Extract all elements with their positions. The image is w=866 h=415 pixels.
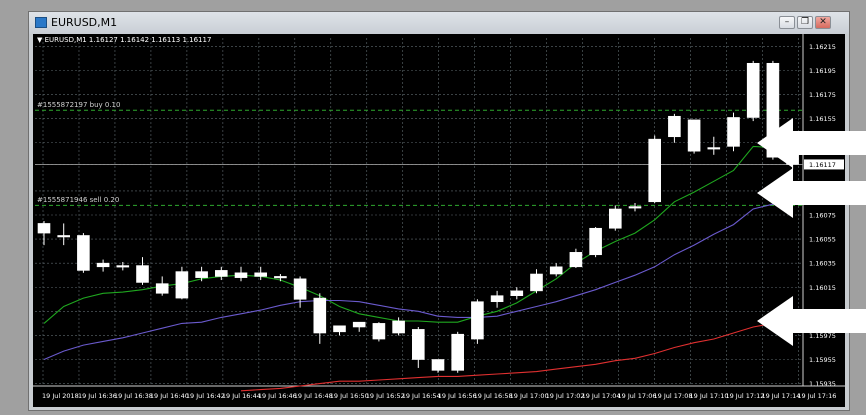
- x-tick-label: 19 Jul 2018: [42, 392, 79, 400]
- collapse-triangle-icon[interactable]: ▼: [37, 36, 42, 44]
- x-tick-label: 19 Jul 16:52: [366, 392, 405, 400]
- x-tick-label: 19 Jul 17:08: [654, 392, 693, 400]
- candle: [411, 329, 425, 360]
- chart-canvas[interactable]: 19 Jul 2018 19 Jul 16:3619 Jul 16:3819 Ju…: [33, 34, 845, 407]
- candle: [451, 333, 465, 371]
- candle: [352, 321, 366, 328]
- candle: [648, 138, 662, 203]
- candle: [57, 235, 71, 238]
- candle: [589, 227, 602, 256]
- window-titlebar[interactable]: EURUSD,M1 – ❐ ✕: [29, 12, 849, 34]
- y-tick-label: 1.15935: [809, 380, 836, 388]
- close-button[interactable]: ✕: [815, 16, 831, 29]
- chart-window[interactable]: EURUSD,M1 – ❐ ✕ 19 Jul 2018 19 Jul 16:36 1…: [28, 11, 850, 411]
- y-tick-label: 1.16015: [809, 284, 836, 292]
- x-tick-label: 19 Jul 17:10: [689, 392, 728, 400]
- moving-average-line-0: [43, 145, 793, 324]
- y-tick-label: 1.16175: [809, 91, 836, 99]
- order-label-buy[interactable]: #1555872197 buy 0.10: [37, 101, 120, 109]
- candle: [155, 283, 169, 294]
- candle: [608, 208, 622, 229]
- y-tick-label: 1.16195: [809, 67, 836, 75]
- y-tick-label: 1.16055: [809, 236, 836, 244]
- symbol-info: ▼ EURUSD,M1 1.16127 1.16142 1.16113 1.16…: [37, 36, 211, 44]
- window-title: EURUSD,M1: [51, 16, 118, 29]
- candle: [392, 320, 405, 334]
- candle: [195, 271, 208, 278]
- arrow-icon: [757, 168, 866, 218]
- candle: [668, 115, 681, 138]
- x-tick-label: 19 Jul 16:54: [402, 392, 441, 400]
- chart-app-icon: [35, 17, 47, 28]
- restore-icon: ❐: [800, 17, 810, 27]
- minimize-button[interactable]: –: [779, 16, 795, 29]
- x-tick-label: 19 Jul 16:46: [258, 392, 297, 400]
- restore-button[interactable]: ❐: [797, 16, 813, 29]
- x-tick-label: 19 Jul 16:44: [222, 392, 261, 400]
- x-tick-label: 19 Jul 16:56: [438, 392, 477, 400]
- candle: [96, 262, 110, 268]
- x-tick-label: 19 Jul 17:04: [582, 392, 621, 400]
- candle: [746, 62, 760, 118]
- candle: [136, 265, 149, 283]
- candle: [471, 301, 484, 340]
- candle: [530, 273, 543, 292]
- price-chart[interactable]: 19 Jul 2018 19 Jul 16:36 19 Jul 16:38 19 Ju…: [33, 34, 845, 407]
- candle: [549, 266, 563, 275]
- symbol-info-text: EURUSD,M1 1.16127 1.16142 1.16113 1.1611…: [44, 36, 212, 44]
- x-tick-label: 19 Jul 17:16: [797, 392, 836, 400]
- x-tick-label: 19 Jul 17:02: [546, 392, 585, 400]
- candle: [77, 235, 90, 271]
- candle: [707, 147, 721, 150]
- x-tick-label: 19 Jul 16:50: [330, 392, 369, 400]
- minimize-icon: –: [784, 17, 790, 27]
- candle: [628, 206, 642, 209]
- arrow-icon: [757, 296, 866, 346]
- y-tick-label: 1.15955: [809, 356, 836, 364]
- candle: [372, 323, 386, 340]
- candle: [510, 290, 524, 296]
- x-tick-label: 19 Jul 17:14: [761, 392, 800, 400]
- x-tick-label: 19 Jul 16:48: [294, 392, 333, 400]
- candle: [254, 272, 267, 277]
- x-tick-label: 19 Jul 17:06: [618, 392, 657, 400]
- x-tick-label: 19 Jul 16:40: [150, 392, 189, 400]
- y-tick-label: 1.16215: [809, 43, 836, 51]
- candle: [274, 276, 287, 279]
- close-icon: ✕: [819, 17, 827, 27]
- y-tick-label: 1.16035: [809, 260, 836, 268]
- x-tick-label: 19 Jul 17:00: [510, 392, 549, 400]
- candle: [234, 272, 248, 278]
- x-tick-label: 19 Jul 16:42: [186, 392, 225, 400]
- arrow-icon: [757, 118, 866, 168]
- candle: [313, 297, 327, 334]
- candle: [215, 270, 228, 277]
- order-label-sell[interactable]: #1555871946 sell 0.20: [37, 196, 119, 204]
- candle: [687, 119, 701, 152]
- candle: [431, 359, 445, 371]
- candle: [116, 265, 130, 268]
- candle: [727, 117, 740, 147]
- candle: [333, 325, 346, 333]
- candle: [490, 295, 504, 303]
- x-tick-label: 19 Jul 16:38: [114, 392, 153, 400]
- x-tick-label: 19 Jul 16:36: [78, 392, 117, 400]
- x-tick-label: 19 Jul 16:58: [474, 392, 513, 400]
- candle: [293, 278, 307, 300]
- candle: [175, 271, 189, 299]
- candle: [37, 223, 51, 234]
- candle: [569, 252, 583, 268]
- x-tick-label: 19 Jul 17:12: [725, 392, 764, 400]
